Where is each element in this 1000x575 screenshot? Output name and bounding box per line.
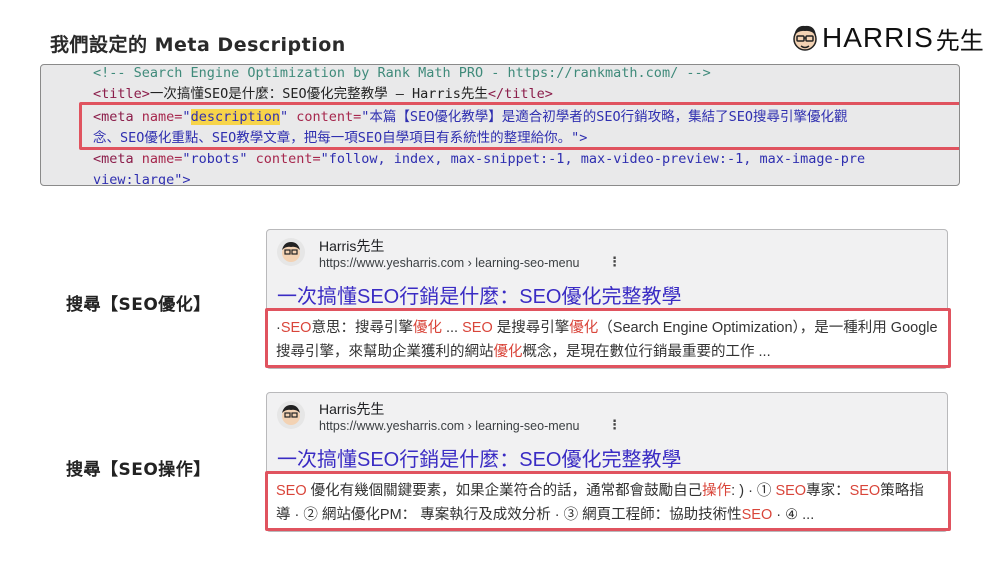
- brand-logo: HARRIS 先生: [790, 20, 984, 56]
- source-code-panel: <!-- Search Engine Optimization by Rank …: [40, 64, 960, 186]
- result-snippet: ·SEO意思：搜尋引擎優化 ... SEO 是搜尋引擎優化（Search Eng…: [276, 316, 938, 364]
- highlight-frame: [79, 102, 959, 150]
- code-value: "follow, index, max-snippet:-1, max-vide…: [320, 151, 866, 167]
- code-tag: <title>: [93, 86, 150, 102]
- search-label-seo-optimization: 搜尋【SEO優化】: [66, 295, 211, 315]
- face-icon: [793, 25, 817, 51]
- search-label-seo-operation: 搜尋【SEO操作】: [66, 460, 211, 480]
- code-attr: content=: [247, 151, 321, 167]
- brand-name: HARRIS: [822, 22, 934, 53]
- snippet-keyword: SEO: [849, 483, 881, 499]
- result-url[interactable]: https://www.yesharris.com › learning-seo…: [319, 256, 580, 270]
- result-url[interactable]: https://www.yesharris.com › learning-seo…: [319, 419, 580, 433]
- page-heading: 我們設定的 Meta Description: [50, 34, 346, 56]
- brand-suffix: 先生: [935, 26, 984, 55]
- result-title-link[interactable]: 一次搞懂SEO行銷是什麼：SEO優化完整教學: [277, 280, 681, 309]
- result-snippet: SEO 優化有幾個關鍵要素，如果企業符合的話，通常都會鼓勵自己操作: ) · ①…: [276, 479, 938, 527]
- face-icon: [282, 242, 300, 262]
- snippet-text: ...: [441, 320, 463, 336]
- code-meta-robots-line: <meta name="robots" content="follow, ind…: [93, 149, 865, 170]
- snippet-text: 概念，是現在數位行銷最重要的工作 ...: [522, 344, 771, 360]
- code-tag: <meta: [93, 151, 142, 167]
- snippet-keyword: SEO: [741, 507, 773, 523]
- snippet-keyword: SEO: [280, 320, 312, 336]
- code-tag: </title>: [487, 86, 553, 102]
- snippet-keyword: SEO: [462, 320, 493, 336]
- snippet-text: : ) · ①: [731, 483, 776, 499]
- avatar: [277, 401, 305, 429]
- code-value: "robots": [182, 151, 248, 167]
- site-name: Harris先生: [319, 238, 385, 254]
- snippet-keyword: 優化: [569, 320, 599, 336]
- snippet-keyword: 操作: [702, 483, 732, 499]
- code-meta-robots-cont: view:large">: [93, 172, 191, 186]
- snippet-keyword: SEO: [276, 483, 307, 499]
- code-text: 一次搞懂SEO是什麼：SEO優化完整教學 – Harris先生: [149, 86, 488, 102]
- snippet-text: 優化有幾個關鍵要素，如果企業符合的話，通常都會鼓勵自己: [306, 483, 703, 499]
- snippet-highlight-frame: ·SEO意思：搜尋引擎優化 ... SEO 是搜尋引擎優化（Search Eng…: [265, 308, 951, 368]
- search-result-card: Harris先生 https://www.yesharris.com › lea…: [265, 229, 951, 369]
- result-title-link[interactable]: 一次搞懂SEO行銷是什麼：SEO優化完整教學: [277, 443, 681, 472]
- search-result-card: Harris先生 https://www.yesharris.com › lea…: [265, 392, 951, 532]
- face-icon: [282, 405, 300, 425]
- snippet-keyword: SEO: [775, 483, 807, 499]
- more-vert-icon[interactable]: ⋮: [608, 418, 621, 433]
- snippet-text: 意思：搜尋引擎: [311, 320, 413, 336]
- snippet-text: 是搜尋引擎: [492, 320, 570, 336]
- code-comment: <!-- Search Engine Optimization by Rank …: [93, 65, 711, 81]
- snippet-text: · ④ ...: [772, 507, 815, 523]
- site-name: Harris先生: [319, 401, 385, 417]
- more-vert-icon[interactable]: ⋮: [608, 255, 621, 270]
- snippet-text: 專家：: [806, 483, 850, 499]
- snippet-keyword: 優化: [493, 344, 523, 360]
- avatar: [277, 238, 305, 266]
- snippet-highlight-frame: SEO 優化有幾個關鍵要素，如果企業符合的話，通常都會鼓勵自己操作: ) · ①…: [265, 471, 951, 531]
- code-attr: name=: [141, 151, 183, 167]
- snippet-keyword: 優化: [412, 320, 442, 336]
